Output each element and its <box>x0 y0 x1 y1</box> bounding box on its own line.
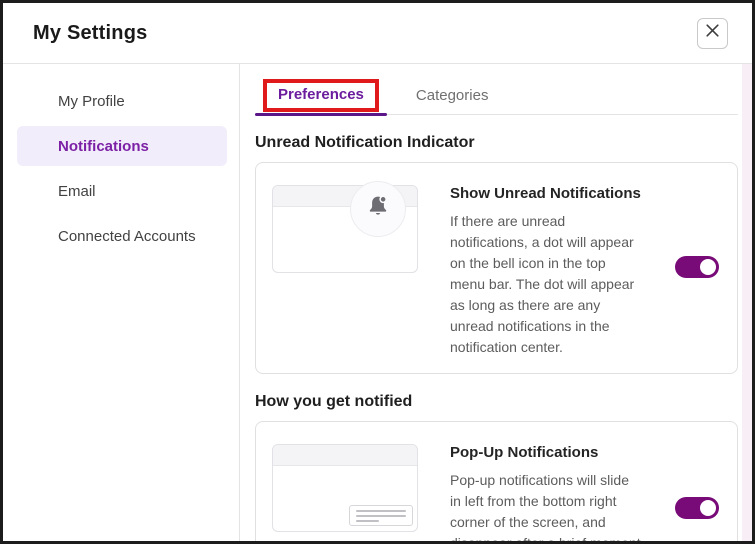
dialog-title: My Settings <box>33 21 148 44</box>
bell-icon <box>364 193 392 226</box>
toast-popup-graphic <box>349 505 413 526</box>
tab-label: Preferences <box>278 85 364 103</box>
sidebar-item-label: Notifications <box>58 137 149 155</box>
dialog-header: My Settings <box>3 3 752 64</box>
sidebar-item-label: Email <box>58 182 96 200</box>
setting-description: If there are unread notifications, a dot… <box>450 213 635 355</box>
tab-bar: Preferences Categories <box>255 76 738 116</box>
toggle-knob <box>700 499 716 516</box>
annotation-highlight: Preferences <box>263 78 379 112</box>
setting-card-show-unread: Show Unread Notifications If there are u… <box>255 162 738 374</box>
setting-description: Pop-up notifications will slide in left … <box>450 472 645 544</box>
my-settings-dialog: My Settings My Profile Notifications Ema… <box>0 0 755 544</box>
mini-window-graphic <box>272 444 418 532</box>
section-heading-unread-indicator: Unread Notification Indicator <box>255 134 475 151</box>
unread-notification-illustration <box>272 176 430 358</box>
tab-label: Categories <box>415 86 489 104</box>
sidebar-item-email[interactable]: Email <box>17 171 227 211</box>
settings-content: Preferences Categories Unread Notificati… <box>240 64 752 541</box>
toggle-knob <box>700 259 716 275</box>
popup-notification-illustration <box>272 435 430 541</box>
close-icon <box>705 23 720 43</box>
toggle-show-unread-notifications[interactable] <box>675 256 719 278</box>
sidebar-item-label: Connected Accounts <box>58 227 196 245</box>
settings-sidebar: My Profile Notifications Email Connected… <box>3 64 240 541</box>
section-heading-how-notified: How you get notified <box>255 393 413 410</box>
tab-preferences[interactable]: Preferences <box>255 76 387 116</box>
toggle-popup-notifications[interactable] <box>675 496 719 519</box>
close-button[interactable] <box>697 17 728 49</box>
tab-categories[interactable]: Categories <box>387 76 518 114</box>
setting-title: Pop-Up Notifications <box>450 444 599 461</box>
mini-window-graphic <box>272 181 418 273</box>
bell-badge-circle <box>350 181 406 237</box>
sidebar-item-connected-accounts[interactable]: Connected Accounts <box>17 216 227 256</box>
scrollbar-track[interactable] <box>742 64 752 541</box>
setting-card-popup-notifications: Pop-Up Notifications Pop-up notification… <box>255 421 738 544</box>
sidebar-item-my-profile[interactable]: My Profile <box>17 81 227 121</box>
setting-title: Show Unread Notifications <box>450 185 641 202</box>
sidebar-item-label: My Profile <box>58 92 125 110</box>
mini-window-topbar <box>273 445 417 466</box>
sidebar-item-notifications[interactable]: Notifications <box>17 126 227 166</box>
